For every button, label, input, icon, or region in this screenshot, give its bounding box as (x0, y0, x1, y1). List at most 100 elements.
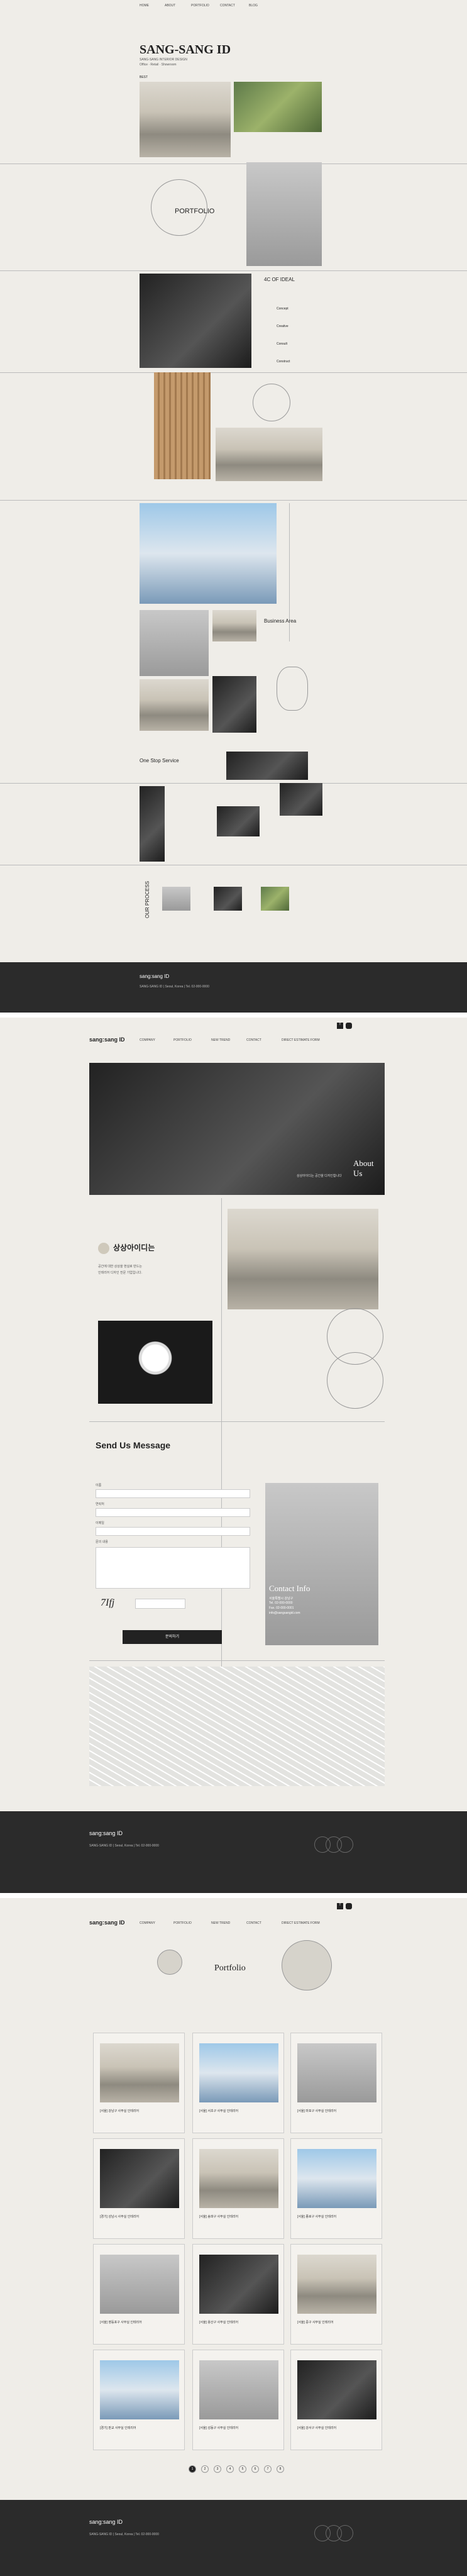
facebook-icon[interactable]: f (337, 1903, 343, 1909)
page-number[interactable]: 3 (214, 2465, 221, 2473)
process-title: OUR PROCESS (145, 880, 150, 918)
nav-item-portfolio[interactable]: PORTFOLIO (191, 4, 209, 8)
divider (89, 1421, 385, 1422)
nav-item-about[interactable]: ABOUT (165, 4, 175, 8)
nav-item-new-trend[interactable]: NEW TREND (211, 1038, 230, 1042)
nav-item-estimate[interactable]: DIRECT ESTIMATE FORM (282, 1921, 320, 1925)
lobby-photo (140, 503, 277, 604)
name-input[interactable] (96, 1489, 250, 1498)
portfolio-card-photo (199, 2360, 278, 2419)
email-input[interactable] (96, 1527, 250, 1536)
portfolio-card[interactable]: [서울] 성동구 사무실 인테리어 (192, 2350, 284, 2450)
contact-line: Tel. 02-000-0000 (269, 1601, 293, 1605)
portfolio-card-photo (297, 2149, 376, 2208)
lightbulb-icon (98, 1243, 109, 1254)
portfolio-card-caption: [경기] 판교 사무실 인테리어 (100, 2426, 136, 2430)
map[interactable] (89, 1667, 385, 1786)
facebook-icon[interactable]: f (337, 1023, 343, 1029)
portfolio-card[interactable]: [경기] 성남시 사무실 인테리어 (93, 2138, 185, 2239)
captcha-input[interactable] (135, 1599, 185, 1609)
footer-logo: sang:sang ID (89, 1830, 123, 1836)
ideal-photo (140, 274, 251, 368)
bulb-photo (98, 1321, 212, 1404)
portfolio-card[interactable]: [서울] 서초구 사무실 인테리어 (192, 2033, 284, 2133)
office-photo (216, 428, 322, 481)
divider (0, 500, 467, 501)
submit-button[interactable]: 문의하기 (123, 1630, 222, 1644)
page2-logo[interactable]: sang:sang ID (89, 1036, 125, 1043)
ideal-item: Concept (277, 307, 288, 311)
service-block (140, 786, 165, 862)
ideal-item: Consult (277, 342, 287, 346)
footer-text: SANG-SANG ID | Seoul, Korea | Tel. 02-00… (89, 2533, 159, 2536)
biz-photo-4 (140, 679, 209, 731)
contact-line: info@sangsangid.com (269, 1611, 300, 1615)
nav-item-home[interactable]: HOME (140, 4, 149, 8)
company-line-1: 공간에 대한 상상을 현실로 만드는 (98, 1265, 142, 1269)
portfolio-card-caption: [서울] 강서구 사무실 인테리어 (297, 2426, 337, 2430)
deco-circle (327, 1352, 383, 1409)
portfolio-title[interactable]: PORTFOLIO (175, 208, 214, 215)
nav-item-contact[interactable]: CONTACT (246, 1038, 261, 1042)
portfolio-card[interactable]: [서울] 용산구 사무실 인테리어 (192, 2244, 284, 2345)
portfolio-card[interactable]: [서울] 종로구 사무실 인테리어 (290, 2138, 382, 2239)
nav-item-estimate[interactable]: DIRECT ESTIMATE FORM (282, 1038, 320, 1042)
phone-input[interactable] (96, 1508, 250, 1517)
portfolio-card-caption: [서울] 마포구 사무실 인테리어 (297, 2109, 337, 2113)
page-gap (0, 1893, 467, 1898)
business-title: Business Area (264, 618, 297, 624)
footer-text: SANG-SANG ID | Seoul, Korea | Tel. 02-00… (89, 1844, 159, 1848)
page1-logo[interactable]: SANG-SANG ID (140, 43, 231, 57)
nav-item-portfolio[interactable]: PORTFOLIO (173, 1038, 192, 1042)
portfolio-card[interactable]: [서울] 영등포구 사무실 인테리어 (93, 2244, 185, 2345)
nav-item-company[interactable]: COMPANY (140, 1038, 155, 1042)
ideal-item: Creative (277, 325, 288, 328)
portfolio-card[interactable]: [서울] 중구 사무실 인테리어 (290, 2244, 382, 2345)
portfolio-card-photo (100, 2255, 179, 2314)
page-number[interactable]: 6 (251, 2465, 259, 2473)
portfolio-card-caption: [서울] 용산구 사무실 인테리어 (199, 2321, 239, 2324)
page-number[interactable]: 5 (239, 2465, 246, 2473)
portfolio-card[interactable]: [서울] 강서구 사무실 인테리어 (290, 2350, 382, 2450)
portfolio-title: Portfolio (214, 1963, 246, 1973)
page-number[interactable]: 2 (201, 2465, 209, 2473)
nav-item-blog[interactable]: BLOG (249, 4, 258, 8)
biz-photo-1 (140, 610, 209, 676)
pagination: 12345678 (189, 2465, 289, 2473)
intro-line-2: Office · Retail · Showroom (140, 63, 177, 67)
portfolio-card-photo (297, 2360, 376, 2419)
portfolio-card-photo (199, 2149, 278, 2208)
page-number[interactable]: 7 (264, 2465, 272, 2473)
page2-footer: sang:sang ID SANG-SANG ID | Seoul, Korea… (0, 1811, 467, 1893)
process-photo (261, 887, 289, 911)
instagram-icon[interactable] (346, 1023, 352, 1029)
portfolio-card-photo (100, 2360, 179, 2419)
nav-item-company[interactable]: COMPANY (140, 1921, 155, 1925)
portfolio-card[interactable]: [경기] 판교 사무실 인테리어 (93, 2350, 185, 2450)
portfolio-card[interactable]: [서울] 송파구 사무실 인테리어 (192, 2138, 284, 2239)
portfolio-card-caption: [서울] 송파구 사무실 인테리어 (199, 2215, 239, 2219)
page1-header: HOME ABOUT PORTFOLIO CONTACT BLOG (0, 0, 467, 25)
message-textarea[interactable] (96, 1547, 250, 1589)
footer-logo: sang:sang ID (89, 2519, 123, 2525)
nav-item-new-trend[interactable]: NEW TREND (211, 1921, 230, 1925)
nav-item-contact[interactable]: CONTACT (246, 1921, 261, 1925)
biz-photo-2 (212, 610, 256, 641)
page3-logo[interactable]: sang:sang ID (89, 1919, 125, 1926)
portfolio-card-caption: [서울] 종로구 사무실 인테리어 (297, 2215, 337, 2219)
page3-header: sang:sang ID COMPANY PORTFOLIO NEW TREND… (0, 1898, 467, 1936)
contact-title: Contact Info (269, 1584, 310, 1593)
send-title: Send Us Message (96, 1440, 171, 1450)
page-number[interactable]: 1 (189, 2465, 196, 2473)
deco-circle (157, 1950, 182, 1975)
portfolio-card[interactable]: [서울] 마포구 사무실 인테리어 (290, 2033, 382, 2133)
portfolio-card[interactable]: [서울] 강남구 사무실 인테리어 (93, 2033, 185, 2133)
page-number[interactable]: 4 (226, 2465, 234, 2473)
portfolio-card-caption: [서울] 영등포구 사무실 인테리어 (100, 2321, 142, 2324)
nav-item-contact[interactable]: CONTACT (220, 4, 235, 8)
divider (0, 270, 467, 271)
page-number[interactable]: 8 (277, 2465, 284, 2473)
about-title: About Us (353, 1158, 374, 1178)
instagram-icon[interactable] (346, 1903, 352, 1909)
nav-item-portfolio[interactable]: PORTFOLIO (173, 1921, 192, 1925)
